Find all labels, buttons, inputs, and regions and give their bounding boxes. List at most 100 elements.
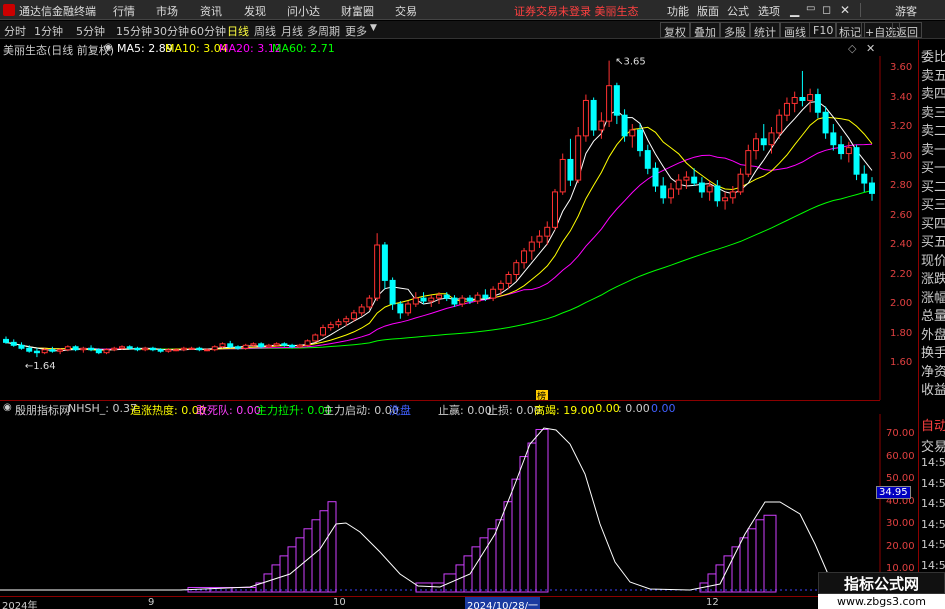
menu-item-wealth[interactable]: 财富圈 xyxy=(341,3,374,19)
candle-body xyxy=(698,182,705,193)
user-guest[interactable]: 游客 xyxy=(895,3,917,19)
indicator-step-box xyxy=(755,519,765,593)
period-tab-weekly[interactable]: 周线 xyxy=(254,23,276,39)
restore-icon[interactable]: ▭ xyxy=(806,3,815,14)
candle-body xyxy=(667,188,674,199)
ma-toggle-icon[interactable]: ◉ xyxy=(104,42,113,53)
tool-stats[interactable]: 统计 xyxy=(750,22,780,39)
price-axis-label: 1.60 xyxy=(890,357,913,368)
side-quote-label: 卖一 xyxy=(921,142,945,158)
settings-diamond-icon[interactable]: ◇ xyxy=(848,42,856,55)
menu-item-trade[interactable]: 交易 xyxy=(395,3,417,19)
side-trade-label: 14:56 xyxy=(921,476,945,490)
candle-body xyxy=(157,349,164,352)
period-tab-15min[interactable]: 15分钟 xyxy=(116,23,152,39)
candle-body xyxy=(358,306,365,314)
candle-body xyxy=(149,347,156,351)
period-tab-daily[interactable]: 日线 xyxy=(227,23,249,39)
indicator-chart[interactable] xyxy=(0,414,918,596)
side-quote-label: 卖四 xyxy=(921,87,945,102)
candle-body xyxy=(103,349,110,354)
side-trade-label: 14:56 xyxy=(921,517,945,531)
candle-body xyxy=(567,158,574,181)
period-tab-multi[interactable]: 多周期 xyxy=(307,23,340,39)
candle-body xyxy=(830,132,837,146)
candle-body xyxy=(250,343,257,346)
app-title: 通达信金融终端 xyxy=(19,5,96,18)
candle-body xyxy=(606,85,613,122)
period-tab-5min[interactable]: 5分钟 xyxy=(76,23,105,39)
side-quote-label: 涨幅 xyxy=(921,290,945,306)
candle-body xyxy=(258,343,265,348)
candle-body xyxy=(443,294,450,299)
candle-body xyxy=(760,138,767,146)
period-tab-30min[interactable]: 30分钟 xyxy=(153,23,189,39)
candle-body xyxy=(389,279,396,305)
tool-adjust[interactable]: 复权 xyxy=(660,22,690,39)
menu-item-ask[interactable]: 问小达 xyxy=(287,3,320,19)
watermark-title: 指标公式网 xyxy=(818,572,945,594)
side-quote-label: 净资 xyxy=(921,364,945,380)
maximize-icon[interactable]: ◻ xyxy=(822,3,831,16)
close-icon[interactable]: ✕ xyxy=(840,3,850,17)
candle-body xyxy=(652,167,659,187)
candle-body xyxy=(204,349,211,352)
period-tab-more[interactable]: 更多 xyxy=(345,23,367,39)
candle-body xyxy=(822,111,829,134)
more-chevron-icon[interactable]: ▼ xyxy=(370,23,377,33)
candle-body xyxy=(521,250,528,264)
period-tab-monthly[interactable]: 月线 xyxy=(281,23,303,39)
side-quote-label: 涨跌 xyxy=(921,272,945,287)
candle-body xyxy=(575,135,582,181)
period-tab-intraday[interactable]: 分时 xyxy=(4,23,26,39)
price-axis-label: 2.80 xyxy=(890,180,913,191)
menu-item-markets[interactable]: 市场 xyxy=(156,3,178,19)
panel-close-icon[interactable]: ✕ xyxy=(866,42,875,55)
candle-body xyxy=(420,297,427,302)
tool-multi-stock[interactable]: 多股 xyxy=(720,22,750,39)
candle-body xyxy=(814,94,821,113)
candle-body xyxy=(729,191,736,199)
date-label-dec: 12 xyxy=(706,597,719,608)
tool-overlay[interactable]: 叠加 xyxy=(690,22,720,39)
price-chart[interactable]: ↖3.65 ←1.64 榜 xyxy=(0,56,918,400)
candle-body xyxy=(807,94,814,101)
candle-body xyxy=(33,350,40,354)
candle-body xyxy=(281,343,288,346)
indicator-step-box xyxy=(495,519,505,593)
tool-draw[interactable]: 画线 xyxy=(780,22,810,39)
menu-item-market[interactable]: 行情 xyxy=(113,3,135,19)
candle-body xyxy=(753,138,760,152)
candle-body xyxy=(242,344,249,349)
indicator-step-box xyxy=(707,573,717,593)
candle-body xyxy=(405,303,412,314)
side-trade-label: 14:56 xyxy=(921,538,945,551)
tool-back[interactable]: 返回 xyxy=(892,22,922,39)
login-notice[interactable]: 证券交易未登录 美丽生态 xyxy=(514,3,639,19)
menu-item-layout[interactable]: 版面 xyxy=(697,3,719,19)
side-quote-label: 卖三 xyxy=(921,105,945,121)
menu-item-function[interactable]: 功能 xyxy=(667,3,689,19)
indicator-axis-label: 60.00 xyxy=(886,450,915,462)
minimize-icon[interactable]: ▁ xyxy=(790,3,799,17)
menu-item-discover[interactable]: 发现 xyxy=(244,3,266,19)
date-label-sep: 9 xyxy=(148,597,155,608)
candle-body xyxy=(644,150,651,169)
candle-body xyxy=(691,176,698,184)
side-quote-label: 委比 xyxy=(921,50,945,65)
menu-item-formula[interactable]: 公式 xyxy=(727,3,749,19)
menu-item-news[interactable]: 资讯 xyxy=(200,3,222,19)
candle-body xyxy=(211,346,218,351)
side-quote-label: 收益 xyxy=(921,383,945,398)
high-price-label: ↖3.65 xyxy=(615,57,646,68)
candle-body xyxy=(26,347,33,352)
period-tab-60min[interactable]: 60分钟 xyxy=(190,23,226,39)
period-tab-1min[interactable]: 1分钟 xyxy=(34,23,63,39)
candle-body xyxy=(861,173,868,184)
candle-body xyxy=(64,346,71,351)
indicator-toggle-icon[interactable]: ◉ xyxy=(3,402,12,413)
menu-item-options[interactable]: 选项 xyxy=(758,3,780,19)
tool-f10[interactable]: F10 xyxy=(809,22,838,38)
indicator-axis-label: 70.00 xyxy=(886,428,915,439)
marker-label: 榜 xyxy=(537,390,546,400)
